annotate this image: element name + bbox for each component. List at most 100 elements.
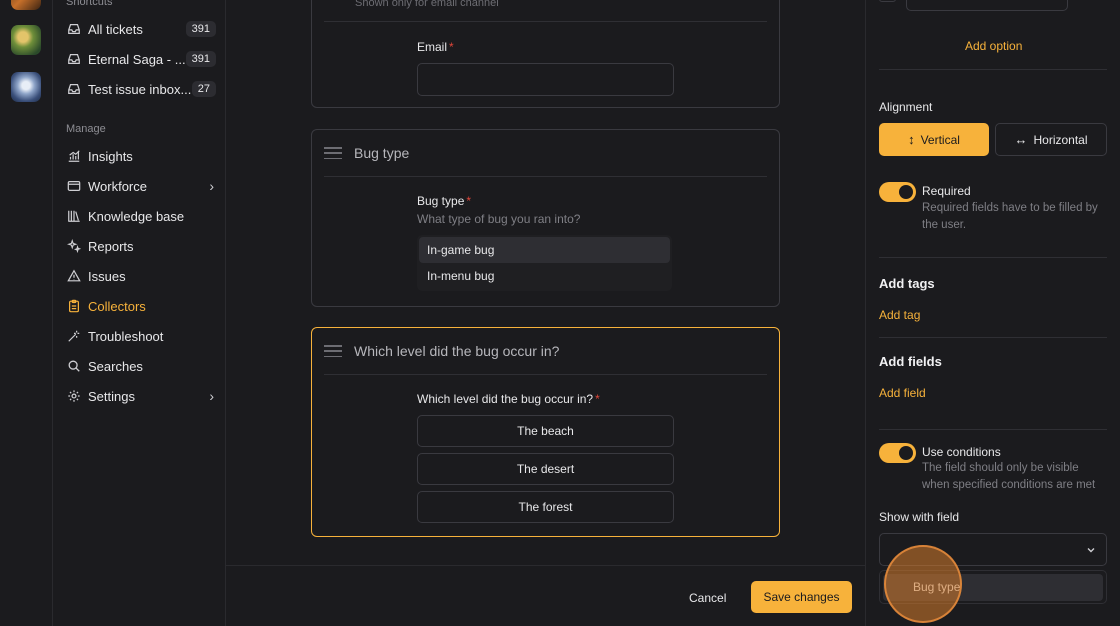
sidebar-item-eternal-saga[interactable]: Eternal Saga - ... 391 bbox=[62, 46, 218, 72]
card-title: Which level did the bug occur in? bbox=[354, 343, 560, 359]
add-tags-heading: Add tags bbox=[879, 276, 935, 291]
save-changes-button[interactable]: Save changes bbox=[751, 581, 852, 613]
manage-label: Manage bbox=[66, 123, 106, 135]
game-thumbnail-1[interactable] bbox=[11, 0, 41, 10]
inbox-icon bbox=[67, 82, 81, 96]
drag-handle-icon[interactable] bbox=[324, 147, 342, 159]
option-the-desert[interactable]: The desert bbox=[417, 453, 674, 485]
cancel-button[interactable]: Cancel bbox=[681, 582, 734, 614]
bug-type-options: In-game bug In-menu bug bbox=[417, 235, 672, 291]
option-input[interactable] bbox=[906, 0, 1068, 11]
sidebar-item-searches[interactable]: Searches bbox=[62, 353, 218, 379]
option-the-forest[interactable]: The forest bbox=[417, 491, 674, 523]
add-fields-heading: Add fields bbox=[879, 354, 942, 369]
add-tag-link[interactable]: Add tag bbox=[879, 308, 920, 322]
card-header: Bug type bbox=[324, 130, 767, 177]
chevron-right-icon: › bbox=[209, 388, 214, 404]
toggle-knob bbox=[899, 185, 913, 199]
chart-icon bbox=[67, 149, 81, 163]
required-title: Required bbox=[922, 184, 971, 198]
channel-hint: Shown only for email channel bbox=[355, 0, 499, 9]
use-conditions-title: Use conditions bbox=[922, 445, 1001, 459]
sidebar-item-label: Insights bbox=[88, 148, 133, 164]
arrow-horizontal-icon: ↔ bbox=[1014, 132, 1028, 147]
editor-footer: Cancel Save changes bbox=[226, 565, 865, 626]
sidebar-item-label: Eternal Saga - ... bbox=[88, 51, 186, 67]
drag-handle-icon[interactable] bbox=[324, 345, 342, 357]
email-input[interactable] bbox=[417, 63, 674, 96]
library-icon bbox=[67, 209, 81, 223]
required-description: Required fields have to be filled by the… bbox=[922, 202, 1098, 231]
card-title: Bug type bbox=[354, 145, 410, 161]
toggle-knob bbox=[899, 446, 913, 460]
dropdown-option-bug-type[interactable]: Bug type bbox=[883, 574, 1103, 601]
sidebar-item-insights[interactable]: Insights bbox=[62, 143, 218, 169]
sidebar-item-troubleshoot[interactable]: Troubleshoot bbox=[62, 323, 218, 349]
show-with-field-label: Show with field bbox=[879, 510, 960, 524]
bug-type-label: Bug type * bbox=[417, 194, 472, 208]
sidebar-item-all-tickets[interactable]: All tickets 391 bbox=[62, 16, 218, 42]
sidebar-item-collectors[interactable]: Collectors bbox=[62, 293, 218, 319]
use-conditions-toggle[interactable] bbox=[879, 443, 916, 463]
app-root: Shortcuts All tickets 391 Eternal Saga -… bbox=[0, 0, 1120, 626]
option-in-menu-bug[interactable]: In-menu bug bbox=[419, 263, 670, 289]
game-rail bbox=[0, 0, 53, 626]
alignment-label: Alignment bbox=[879, 100, 933, 114]
use-conditions-description: The field should only be visible when sp… bbox=[922, 462, 1096, 491]
show-with-field-dropdown: Bug type bbox=[879, 570, 1107, 604]
inbox-icon bbox=[67, 52, 81, 66]
add-option-link[interactable]: Add option bbox=[965, 39, 1022, 53]
gear-icon bbox=[67, 389, 81, 403]
sidebar-item-label: Reports bbox=[88, 238, 134, 254]
level-field-card[interactable]: Which level did the bug occur in? Which … bbox=[311, 327, 780, 537]
sidebar-item-knowledge-base[interactable]: Knowledge base bbox=[62, 203, 218, 229]
alignment-vertical-button[interactable]: ↕ Vertical bbox=[879, 123, 989, 156]
required-asterisk: * bbox=[595, 392, 600, 406]
divider bbox=[879, 337, 1107, 338]
search-icon bbox=[67, 359, 81, 373]
ticket-count-badge: 391 bbox=[185, 51, 216, 67]
sidebar-item-settings[interactable]: Settings › bbox=[62, 383, 218, 409]
window-icon bbox=[67, 179, 81, 193]
divider bbox=[879, 69, 1107, 70]
sidebar-item-label: Test issue inbox... bbox=[88, 81, 192, 97]
level-field-label: Which level did the bug occur in? * bbox=[417, 392, 600, 406]
option-the-beach[interactable]: The beach bbox=[417, 415, 674, 447]
ticket-count-badge: 391 bbox=[185, 21, 216, 37]
game-thumbnail-2[interactable] bbox=[11, 25, 41, 55]
bug-type-hint: What type of bug you ran into? bbox=[417, 212, 581, 226]
collector-editor: Shown only for email channel Email * Bug … bbox=[226, 0, 865, 626]
alignment-horizontal-button[interactable]: ↔ Horizontal bbox=[995, 123, 1107, 156]
sidebar-item-label: Searches bbox=[88, 358, 143, 374]
card-header: Which level did the bug occur in? bbox=[324, 328, 767, 375]
bug-type-field-card[interactable]: Bug type Bug type * What type of bug you … bbox=[311, 129, 780, 307]
game-thumbnail-3[interactable] bbox=[11, 72, 41, 102]
shortcuts-label: Shortcuts bbox=[66, 0, 113, 8]
wand-icon bbox=[67, 329, 81, 343]
sidebar-item-workforce[interactable]: Workforce › bbox=[62, 173, 218, 199]
show-with-field-select[interactable] bbox=[879, 533, 1107, 566]
sidebar-item-reports[interactable]: Reports bbox=[62, 233, 218, 259]
sidebar-item-label: Troubleshoot bbox=[88, 328, 164, 344]
option-checkbox[interactable] bbox=[879, 0, 896, 2]
sparkle-icon bbox=[67, 239, 81, 253]
sidebar-item-label: Knowledge base bbox=[88, 208, 185, 224]
arrow-vertical-icon: ↕ bbox=[908, 132, 915, 147]
required-asterisk: * bbox=[466, 194, 472, 208]
field-properties-panel: Add option Alignment ↕ Vertical ↔ Horizont… bbox=[865, 0, 1120, 626]
email-field-card[interactable]: Shown only for email channel Email * bbox=[311, 0, 780, 108]
sidebar-item-test-issue-inbox[interactable]: Test issue inbox... 27 bbox=[62, 76, 218, 102]
alignment-vertical-label: Vertical bbox=[920, 132, 960, 147]
clipboard-icon bbox=[67, 299, 81, 313]
ticket-count-badge: 27 bbox=[191, 81, 216, 97]
divider bbox=[879, 257, 1107, 258]
sidebar-item-issues[interactable]: Issues bbox=[62, 263, 218, 289]
warning-icon bbox=[67, 269, 81, 283]
card-divider bbox=[324, 21, 767, 22]
inbox-icon bbox=[67, 22, 81, 36]
required-toggle[interactable] bbox=[879, 182, 916, 202]
sidebar-item-label: Collectors bbox=[88, 298, 146, 314]
chevron-right-icon: › bbox=[209, 178, 214, 194]
add-field-link[interactable]: Add field bbox=[879, 386, 926, 400]
option-in-game-bug[interactable]: In-game bug bbox=[419, 237, 670, 263]
